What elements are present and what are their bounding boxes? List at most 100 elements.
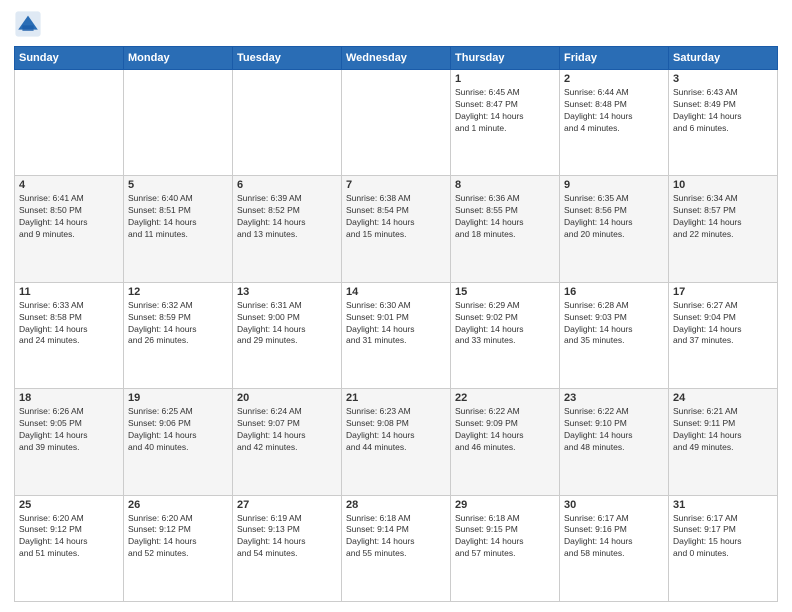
day-number: 16 [564, 286, 664, 298]
calendar-cell: 18Sunrise: 6:26 AM Sunset: 9:05 PM Dayli… [15, 389, 124, 495]
day-number: 11 [19, 286, 119, 298]
calendar-cell: 12 Sunrise: 6:32 AM Sunset: 8:59 PM Dayli… [124, 282, 233, 388]
day-number: 25 [19, 499, 119, 511]
day-number: 27 [237, 499, 337, 511]
calendar-cell: 20 Sunrise: 6:24 AM Sunset: 9:07 PM Dayli… [233, 389, 342, 495]
day-info: Sunrise: 6:30 AM Sunset: 9:01 PM Dayligh… [346, 300, 446, 348]
calendar-cell: 19 Sunrise: 6:25 AM Sunset: 9:06 PM Dayli… [124, 389, 233, 495]
day-number: 23 [564, 392, 664, 404]
calendar-week-3: 11Sunrise: 6:33 AM Sunset: 8:58 PM Dayli… [15, 282, 778, 388]
calendar-cell: 27Sunrise: 6:19 AM Sunset: 9:13 PM Dayli… [233, 495, 342, 601]
day-info: Sunrise: 6:29 AM Sunset: 9:02 PM Dayligh… [455, 300, 555, 348]
calendar-cell: 8 Sunrise: 6:36 AM Sunset: 8:55 PM Daylig… [451, 176, 560, 282]
day-info: Sunrise: 6:36 AM Sunset: 8:55 PM Dayligh… [455, 193, 555, 241]
calendar-cell: 26 Sunrise: 6:20 AM Sunset: 9:12 PM Dayli… [124, 495, 233, 601]
day-number: 13 [237, 286, 337, 298]
day-number: 2 [564, 73, 664, 85]
day-info: Sunrise: 6:35 AM Sunset: 8:56 PM Dayligh… [564, 193, 664, 241]
calendar-cell: 31 Sunrise: 6:17 AM Sunset: 9:17 PM Dayli… [669, 495, 778, 601]
day-info: Sunrise: 6:20 AM Sunset: 9:12 PM Dayligh… [19, 513, 119, 561]
calendar-cell [15, 70, 124, 176]
calendar-cell: 23 Sunrise: 6:22 AM Sunset: 9:10 PM Dayli… [560, 389, 669, 495]
logo-icon [14, 10, 42, 38]
col-friday: Friday [560, 47, 669, 70]
day-info: Sunrise: 6:32 AM Sunset: 8:59 PM Dayligh… [128, 300, 228, 348]
day-info: Sunrise: 6:31 AM Sunset: 9:00 PM Dayligh… [237, 300, 337, 348]
day-number: 3 [673, 73, 773, 85]
day-number: 30 [564, 499, 664, 511]
day-number: 10 [673, 179, 773, 191]
day-number: 26 [128, 499, 228, 511]
day-number: 18 [19, 392, 119, 404]
day-info: Sunrise: 6:41 AM Sunset: 8:50 PM Dayligh… [19, 193, 119, 241]
day-info: Sunrise: 6:39 AM Sunset: 8:52 PM Dayligh… [237, 193, 337, 241]
day-info: Sunrise: 6:18 AM Sunset: 9:15 PM Dayligh… [455, 513, 555, 561]
col-thursday: Thursday [451, 47, 560, 70]
calendar-cell: 25 Sunrise: 6:20 AM Sunset: 9:12 PM Dayli… [15, 495, 124, 601]
day-info: Sunrise: 6:17 AM Sunset: 9:16 PM Dayligh… [564, 513, 664, 561]
day-info: Sunrise: 6:45 AM Sunset: 8:47 PM Dayligh… [455, 87, 555, 135]
calendar-cell: 1 Sunrise: 6:45 AM Sunset: 8:47 PM Daylig… [451, 70, 560, 176]
col-monday: Monday [124, 47, 233, 70]
day-number: 6 [237, 179, 337, 191]
day-info: Sunrise: 6:40 AM Sunset: 8:51 PM Dayligh… [128, 193, 228, 241]
day-number: 22 [455, 392, 555, 404]
day-number: 15 [455, 286, 555, 298]
day-info: Sunrise: 6:28 AM Sunset: 9:03 PM Dayligh… [564, 300, 664, 348]
day-number: 12 [128, 286, 228, 298]
day-info: Sunrise: 6:44 AM Sunset: 8:48 PM Dayligh… [564, 87, 664, 135]
col-saturday: Saturday [669, 47, 778, 70]
calendar-cell: 16 Sunrise: 6:28 AM Sunset: 9:03 PM Dayli… [560, 282, 669, 388]
calendar-cell [124, 70, 233, 176]
calendar-cell: 15 Sunrise: 6:29 AM Sunset: 9:02 PM Dayli… [451, 282, 560, 388]
day-info: Sunrise: 6:43 AM Sunset: 8:49 PM Dayligh… [673, 87, 773, 135]
day-number: 20 [237, 392, 337, 404]
calendar-cell: 13 Sunrise: 6:31 AM Sunset: 9:00 PM Dayli… [233, 282, 342, 388]
calendar-cell: 22Sunrise: 6:22 AM Sunset: 9:09 PM Dayli… [451, 389, 560, 495]
day-number: 31 [673, 499, 773, 511]
day-number: 7 [346, 179, 446, 191]
calendar-cell: 28Sunrise: 6:18 AM Sunset: 9:14 PM Dayli… [342, 495, 451, 601]
calendar-header-row: Sunday Monday Tuesday Wednesday Thursday… [15, 47, 778, 70]
page: Sunday Monday Tuesday Wednesday Thursday… [0, 0, 792, 612]
day-number: 5 [128, 179, 228, 191]
day-info: Sunrise: 6:22 AM Sunset: 9:10 PM Dayligh… [564, 406, 664, 454]
day-info: Sunrise: 6:20 AM Sunset: 9:12 PM Dayligh… [128, 513, 228, 561]
calendar-table: Sunday Monday Tuesday Wednesday Thursday… [14, 46, 778, 602]
day-info: Sunrise: 6:25 AM Sunset: 9:06 PM Dayligh… [128, 406, 228, 454]
calendar-cell: 17 Sunrise: 6:27 AM Sunset: 9:04 PM Dayli… [669, 282, 778, 388]
calendar-cell: 21 Sunrise: 6:23 AM Sunset: 9:08 PM Dayli… [342, 389, 451, 495]
calendar-week-2: 4 Sunrise: 6:41 AM Sunset: 8:50 PM Daylig… [15, 176, 778, 282]
calendar-cell: 3 Sunrise: 6:43 AM Sunset: 8:49 PM Daylig… [669, 70, 778, 176]
day-info: Sunrise: 6:24 AM Sunset: 9:07 PM Dayligh… [237, 406, 337, 454]
day-info: Sunrise: 6:38 AM Sunset: 8:54 PM Dayligh… [346, 193, 446, 241]
day-number: 28 [346, 499, 446, 511]
col-wednesday: Wednesday [342, 47, 451, 70]
calendar-cell [342, 70, 451, 176]
day-number: 24 [673, 392, 773, 404]
calendar-week-5: 25 Sunrise: 6:20 AM Sunset: 9:12 PM Dayli… [15, 495, 778, 601]
logo [14, 10, 46, 38]
day-number: 29 [455, 499, 555, 511]
day-number: 8 [455, 179, 555, 191]
calendar-cell: 30 Sunrise: 6:17 AM Sunset: 9:16 PM Dayli… [560, 495, 669, 601]
calendar-cell: 9 Sunrise: 6:35 AM Sunset: 8:56 PM Daylig… [560, 176, 669, 282]
calendar-cell [233, 70, 342, 176]
day-number: 4 [19, 179, 119, 191]
calendar-week-4: 18Sunrise: 6:26 AM Sunset: 9:05 PM Dayli… [15, 389, 778, 495]
day-number: 9 [564, 179, 664, 191]
day-info: Sunrise: 6:17 AM Sunset: 9:17 PM Dayligh… [673, 513, 773, 561]
calendar-week-1: 1 Sunrise: 6:45 AM Sunset: 8:47 PM Daylig… [15, 70, 778, 176]
day-info: Sunrise: 6:23 AM Sunset: 9:08 PM Dayligh… [346, 406, 446, 454]
day-number: 19 [128, 392, 228, 404]
day-number: 21 [346, 392, 446, 404]
calendar-cell: 5 Sunrise: 6:40 AM Sunset: 8:51 PM Daylig… [124, 176, 233, 282]
calendar-cell: 7 Sunrise: 6:38 AM Sunset: 8:54 PM Daylig… [342, 176, 451, 282]
day-number: 17 [673, 286, 773, 298]
col-tuesday: Tuesday [233, 47, 342, 70]
day-number: 1 [455, 73, 555, 85]
header [14, 10, 778, 38]
day-info: Sunrise: 6:27 AM Sunset: 9:04 PM Dayligh… [673, 300, 773, 348]
calendar-cell: 6 Sunrise: 6:39 AM Sunset: 8:52 PM Daylig… [233, 176, 342, 282]
day-number: 14 [346, 286, 446, 298]
